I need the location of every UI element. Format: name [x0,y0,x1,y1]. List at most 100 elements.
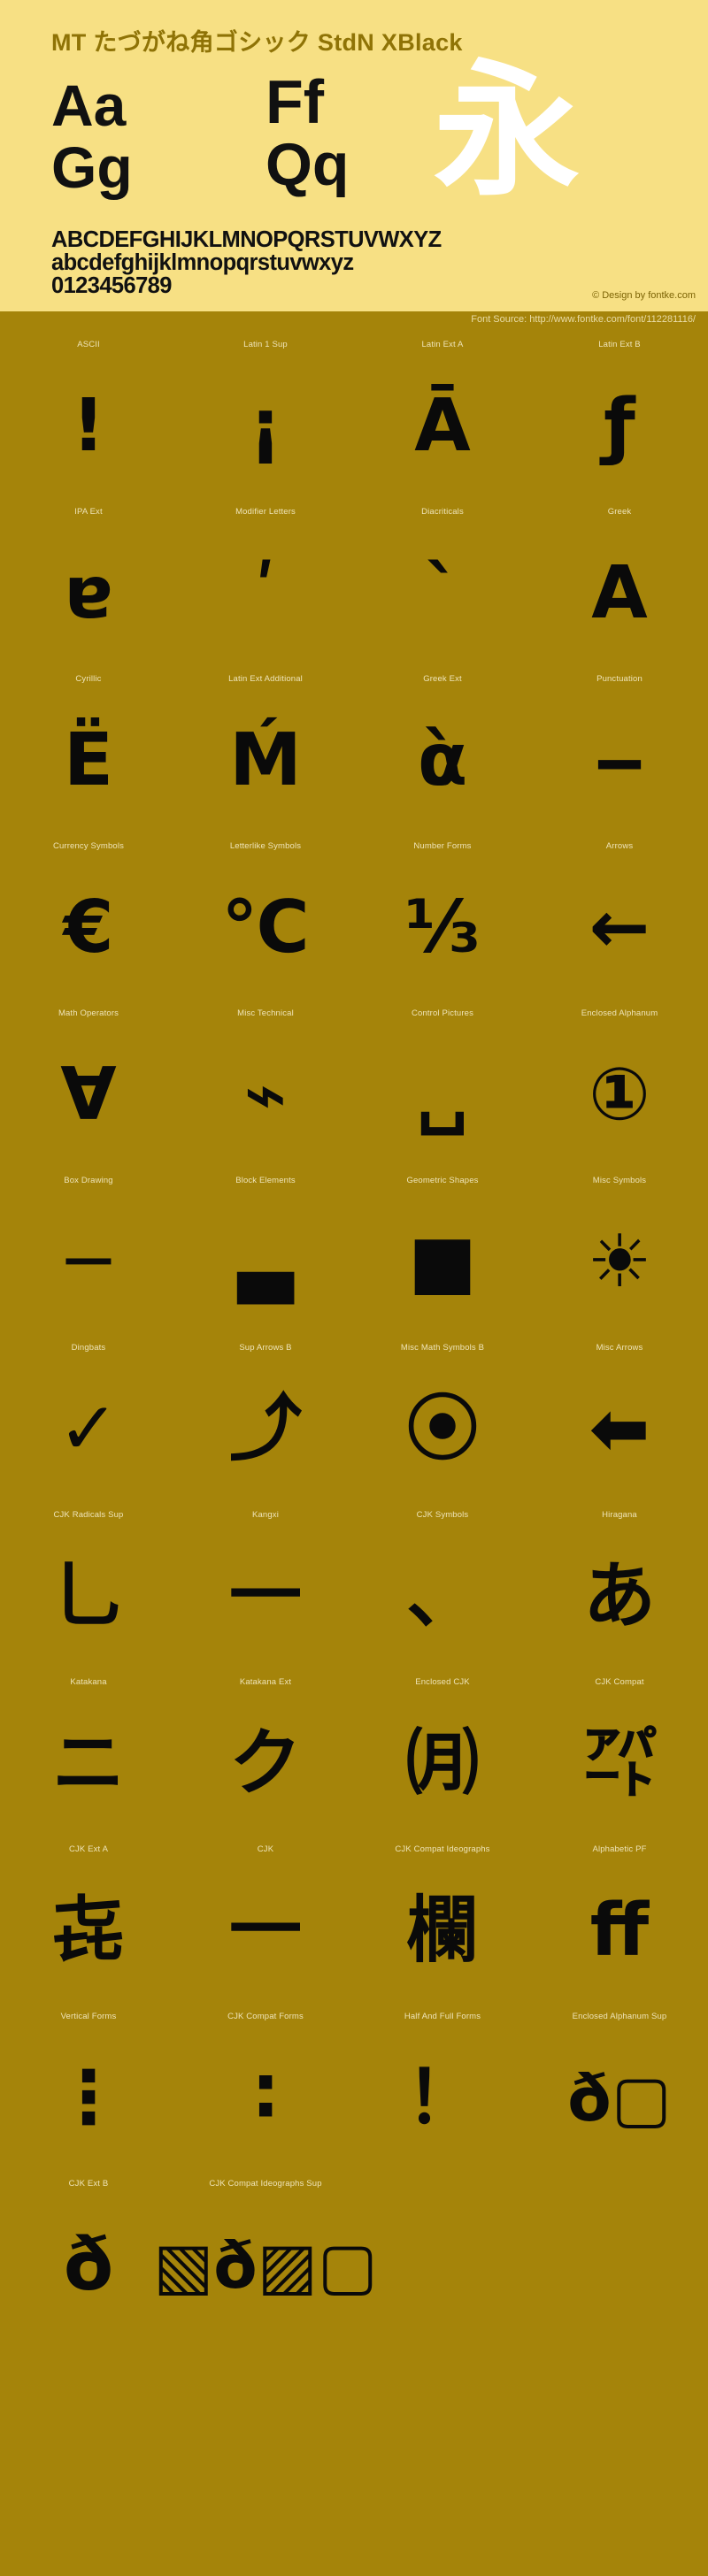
unicode-block-cell: Latin Ext B ƒ [531,334,708,502]
unicode-block-cell: Cyrillic Ё [0,669,177,836]
unicode-block-label: Sup Arrows B [239,1343,292,1353]
unicode-block-glyph: ð [63,2223,114,2307]
unicode-block-cell: Arrows ← [531,836,708,1003]
unicode-block-glyph: ɐ [64,551,113,635]
unicode-block-glyph: ⦿ [405,1387,479,1471]
unicode-block-row: Dingbats ✓ Sup Arrows B ⤴ Misc Math Symbols … [0,1338,708,1505]
unicode-block-glyph: ⺃ [51,1554,125,1638]
unicode-block-label: Punctuation [596,674,643,684]
unicode-block-label: Katakana [70,1677,107,1687]
unicode-block-glyph: ƒ [604,384,635,468]
unicode-block-cell: Box Drawing ─ [0,1170,177,1338]
unicode-block-glyph: あ [582,1554,656,1638]
unicode-block-label: Hiragana [602,1510,637,1520]
unicode-block-cell: Block Elements ▃ [177,1170,354,1338]
unicode-block-label: Control Pictures [412,1008,473,1018]
sample-letters-block: Aa Ff Gg Qq 永 [0,58,708,219]
unicode-block-label: Latin Ext B [598,340,641,349]
unicode-block-label: CJK Ext B [68,2179,109,2189]
unicode-block-cell [354,2174,531,2341]
unicode-block-label: CJK Compat Ideographs [395,1844,490,1854]
sample-letter-qq: Qq [266,131,350,198]
unicode-block-glyph: ▧ð▨▢ [153,2228,378,2303]
unicode-block-glyph: ✓ [58,1387,119,1471]
unicode-block-label: Cyrillic [75,674,102,684]
unicode-block-glyph: ὰ [417,718,468,802]
unicode-block-cell: Control Pictures ␣ [354,1003,531,1170]
unicode-block-label: Misc Symbols [592,1176,647,1185]
specimen-header: MT たづがね角ゴシック StdN XBlack Aa Ff Gg Qq 永 A… [0,0,708,311]
sample-letter-gg: Gg [51,134,133,200]
unicode-block-cell: Enclosed Alphanum ① [531,1003,708,1170]
unicode-block-glyph: ! [72,384,105,468]
unicode-block-label: CJK [257,1844,274,1854]
unicode-block-cell: IPA Ext ɐ [0,502,177,669]
unicode-block-cell: CJK Compat Ideographs Sup ▧ð▨▢ [153,2174,378,2341]
unicode-block-glyph: Α [591,551,648,635]
unicode-block-glyph: ▃ [237,1220,294,1304]
unicode-block-label: Latin Ext A [421,340,464,349]
unicode-block-cell: Number Forms ⅓ [354,836,531,1003]
unicode-block-cell: Katakana ニ [0,1672,177,1839]
unicode-block-glyph: ð▢ [567,2061,672,2135]
unicode-block-glyph: 㐂 [51,1889,125,1973]
unicode-block-cell: Enclosed Alphanum Sup ð▢ [531,2006,708,2174]
unicode-block-label: Arrows [605,841,634,851]
unicode-block-label: Dingbats [71,1343,106,1353]
unicode-block-cell: CJK Symbols 、 [354,1505,531,1672]
unicode-block-label: Box Drawing [64,1176,113,1185]
unicode-block-cell: Math Operators ∀ [0,1003,177,1170]
unicode-block-cell: Latin 1 Sup ¡ [177,334,354,502]
unicode-block-glyph: ─ [66,1220,111,1304]
unicode-block-glyph: Ā [414,384,471,468]
font-source-bar: Font Source: http://www.fontke.com/font/… [0,311,708,331]
unicode-block-label: Modifier Letters [235,507,296,517]
unicode-block-cell: CJK 一 [177,1839,354,2006]
unicode-block-glyph: ℃ [221,886,310,970]
unicode-block-cell: Modifier Letters ʹ [177,502,354,669]
unicode-block-cell [531,2174,708,2341]
unicode-block-cell: Letterlike Symbols ℃ [177,836,354,1003]
sample-letter-ff: Ff [266,67,325,136]
alphabet-digits: 0123456789 [51,273,172,298]
unicode-block-label: Half And Full Forms [404,2012,481,2021]
unicode-block-glyph: ← [589,886,650,970]
unicode-block-label: Misc Technical [237,1008,294,1018]
unicode-blocks-grid: ASCII! Latin 1 Sup ¡ Latin Ext A Ā Latin Ext … [0,331,708,2341]
unicode-block-glyph: ˋ [424,551,461,635]
unicode-block-cell: Alphabetic PF ﬀ [531,1839,708,2006]
unicode-block-label: Letterlike Symbols [229,841,302,851]
unicode-block-cell: Geometric Shapes ■ [354,1170,531,1338]
unicode-block-glyph: Ё [63,718,113,802]
design-credit: © Design by fontke.com [592,290,696,301]
unicode-block-row: Vertical Forms ⋮ CJK Compat Forms ∶ Half And… [0,2006,708,2174]
unicode-block-cell: CJK Ext A 㐂 [0,1839,177,2006]
unicode-block-glyph: ¡ [249,384,282,468]
unicode-block-glyph: 欄 [405,1889,479,1973]
unicode-block-cell: ASCII! [0,334,177,502]
unicode-block-row: Box Drawing ─ Block Elements ▃ Geometric Sha… [0,1170,708,1338]
sample-letter-aa: Aa [51,73,127,138]
unicode-block-cell: Misc Technical ⌁ [177,1003,354,1170]
font-title: MT たづがね角ゴシック StdN XBlack [51,29,463,56]
unicode-block-glyph: ！ [405,2056,479,2140]
unicode-block-glyph: ʹ [254,551,277,635]
unicode-block-label: CJK Symbols [416,1510,469,1520]
unicode-block-row: Katakana ニ Katakana Ext ク Enclosed CJK ㈪ CJK C… [0,1672,708,1839]
unicode-block-glyph: ⼀ [228,1554,302,1638]
unicode-block-cell: CJK Compat Forms ∶ [177,2006,354,2174]
unicode-block-glyph: ニ [51,1721,125,1806]
unicode-block-label: Misc Arrows [596,1343,643,1353]
unicode-block-label: Misc Math Symbols B [400,1343,485,1353]
unicode-block-label: Geometric Shapes [406,1176,479,1185]
font-specimen-page: MT たづがね角ゴシック StdN XBlack Aa Ff Gg Qq 永 A… [0,0,708,2576]
unicode-block-cell: Katakana Ext ク [177,1672,354,1839]
unicode-block-cell: Diacriticals ˋ [354,502,531,669]
alphabet-rows: ABCDEFGHIJKLMNOPQRSTUVWXYZ abcdefghijklm… [51,228,671,297]
font-source-text: Font Source: http://www.fontke.com/font/… [471,314,696,325]
unicode-block-glyph: ① [589,1053,650,1137]
unicode-block-label: Diacriticals [421,507,464,517]
unicode-block-glyph: € [63,886,114,970]
unicode-block-label: CJK Compat Ideographs Sup [209,2179,322,2189]
unicode-block-glyph [531,2195,708,2336]
